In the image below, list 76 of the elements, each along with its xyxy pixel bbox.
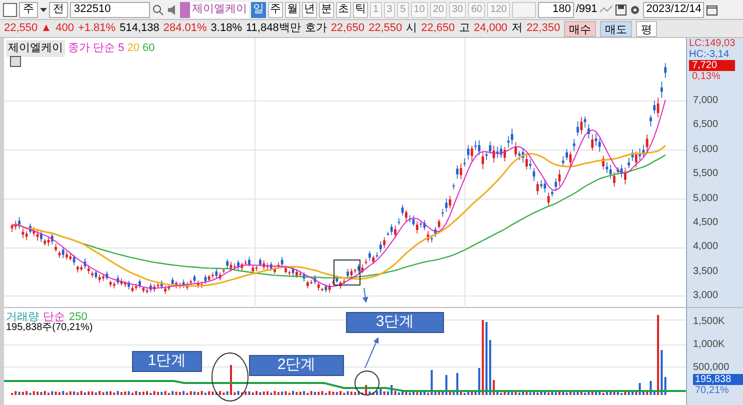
highlight-circle <box>354 370 380 396</box>
board-button[interactable]: 전 <box>49 2 68 18</box>
quote-label: 고 <box>458 21 470 36</box>
stock-name-field[interactable]: 제이엘케이 <box>180 2 249 18</box>
quote-label: 시 <box>406 21 418 36</box>
period-tab[interactable]: 초 <box>336 2 351 18</box>
code-field[interactable]: 322510 <box>70 2 150 18</box>
period-tab[interactable]: 주 <box>268 2 283 18</box>
period-tab[interactable]: 일 <box>251 2 266 18</box>
quote-value: 284.01% <box>163 21 207 36</box>
quote-value: 11,848백만 <box>246 21 301 36</box>
save-icon[interactable] <box>615 4 628 16</box>
axis-stat: HC:-3,14 <box>689 49 730 60</box>
quote-value: 22,650 <box>421 21 455 36</box>
arrow <box>362 288 368 303</box>
highlight-circle <box>212 352 248 402</box>
volume-summary: 195,838주(70,21%) <box>6 322 93 335</box>
volume-tick: 500,000 <box>693 362 730 373</box>
dropdown-caret-icon[interactable] <box>40 8 47 12</box>
current-change: 0,13% <box>691 71 722 82</box>
legend-label: 거래량 <box>6 310 39 323</box>
order-button[interactable]: 평 <box>636 20 658 36</box>
quote-value: 22,550 ▲ <box>4 21 52 36</box>
price-tick: 7,000 <box>692 95 720 106</box>
layout-icon[interactable] <box>3 2 17 16</box>
interval-field[interactable] <box>512 2 536 18</box>
quote-value: 3.18% <box>210 21 242 36</box>
legend-label: 단순 <box>43 310 65 323</box>
legend-label: 20 <box>127 41 140 56</box>
current-price-tag: 7,720 <box>689 60 735 71</box>
count-field[interactable]: 180 <box>538 2 574 18</box>
order-button[interactable]: 매수 <box>564 20 596 36</box>
axis-stat: LC:149,03 <box>689 38 736 49</box>
total-count: /991 <box>576 2 598 18</box>
order-button[interactable]: 매도 <box>600 20 632 36</box>
step-label: 3단계 <box>346 312 444 333</box>
period-tab[interactable]: 년 <box>302 2 317 18</box>
stock-label: 제이엘케이 <box>6 40 65 56</box>
highlight-box <box>334 260 360 286</box>
quote-value: 514,138 <box>120 21 160 36</box>
price-tick: 3,500 <box>692 266 720 277</box>
price-tick: 6,500 <box>692 119 720 130</box>
quote-value: 24,000 <box>474 21 508 36</box>
quote-label: 호가 <box>304 21 327 36</box>
current-volume-tag: 195,838 <box>693 374 743 385</box>
quote-value: 22,550 <box>368 21 402 36</box>
period-tab[interactable]: 월 <box>285 2 300 18</box>
quote-value: 22,350 <box>526 21 560 36</box>
current-ratio: 70,21% <box>694 385 730 396</box>
market-select[interactable]: 주 <box>19 2 38 18</box>
date-field[interactable]: 2023/12/14 <box>643 2 704 18</box>
grid-icon[interactable] <box>10 56 21 67</box>
search-icon[interactable] <box>152 4 164 16</box>
period-tab[interactable]: 분 <box>319 2 334 18</box>
step-label: 2단계 <box>249 355 344 376</box>
calendar-icon[interactable] <box>706 4 718 16</box>
legend-label: 60 <box>142 41 155 56</box>
quote-value: 22,650 <box>330 21 364 36</box>
price-tick: 5,500 <box>692 168 720 180</box>
price-tick: 4,500 <box>692 216 720 228</box>
quote-value: 400 <box>56 21 74 36</box>
volume-tick: 1,500K <box>693 316 726 327</box>
price-tick: 4,000 <box>692 241 720 252</box>
quote-value: +1.81% <box>78 21 116 36</box>
arrow <box>364 337 379 368</box>
speaker-icon[interactable] <box>166 4 178 16</box>
quote-label: 저 <box>511 21 522 36</box>
price-tick: 5,000 <box>692 192 720 204</box>
legend-label: 250 <box>69 310 88 323</box>
period-tab[interactable]: 틱 <box>353 2 368 18</box>
step-label: 1단계 <box>132 351 202 372</box>
price-tick: 6,000 <box>692 144 720 155</box>
volume-tick: 1,000K <box>693 339 726 350</box>
price-tick: 3,000 <box>692 290 720 302</box>
settings-icon[interactable] <box>629 4 642 16</box>
legend-label: 종가 단순 5 <box>68 41 124 56</box>
